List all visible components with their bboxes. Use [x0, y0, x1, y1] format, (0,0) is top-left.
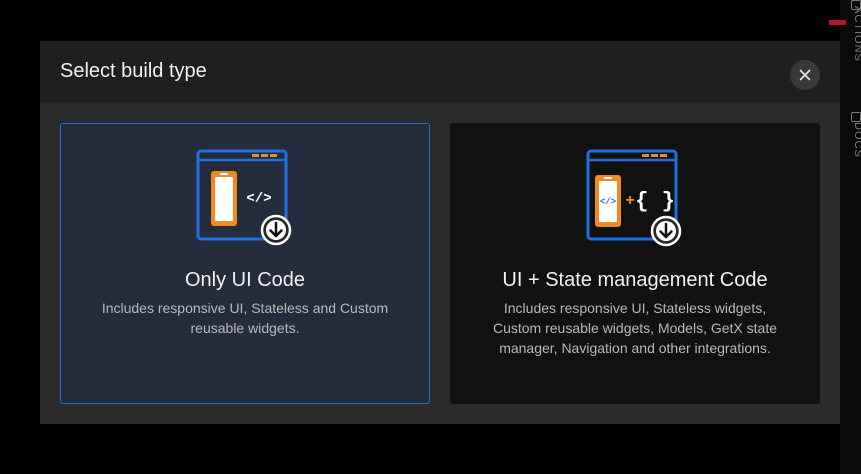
side-accent-bar	[829, 20, 846, 25]
ui-code-download-illustration: </>	[196, 149, 292, 246]
option-description: Includes responsive UI, Stateless widget…	[492, 300, 778, 356]
side-panel-rail	[840, 0, 861, 474]
option-card-state-management[interactable]: </> + { } UI + State management Code Inc…	[450, 123, 820, 404]
code-tag-text: </>	[246, 191, 271, 207]
docs-icon[interactable]	[851, 112, 861, 122]
side-tab-docs[interactable]: DOCS	[852, 122, 861, 158]
dialog-title: Select build type	[60, 60, 207, 82]
braces-text: { }	[635, 189, 675, 214]
option-title: UI + State management Code	[502, 269, 768, 291]
code-tag-text: </>	[600, 197, 616, 207]
plus-sign-text: +	[625, 192, 634, 209]
option-title: Only UI Code	[184, 269, 306, 291]
state-code-download-illustration: </> + { }	[586, 149, 682, 247]
close-icon	[799, 69, 811, 81]
option-description: Includes responsive UI, Stateless and Cu…	[101, 300, 389, 336]
side-tab-actions[interactable]: ACTIONS	[852, 6, 861, 62]
option-card-ui-code[interactable]: </> Only UI Code Includes responsive UI,…	[60, 123, 430, 404]
build-type-dialog: Select build type </> Only UI Code Inclu…	[40, 41, 840, 424]
close-button[interactable]	[790, 60, 820, 90]
dialog-header: Select build type	[40, 41, 840, 103]
